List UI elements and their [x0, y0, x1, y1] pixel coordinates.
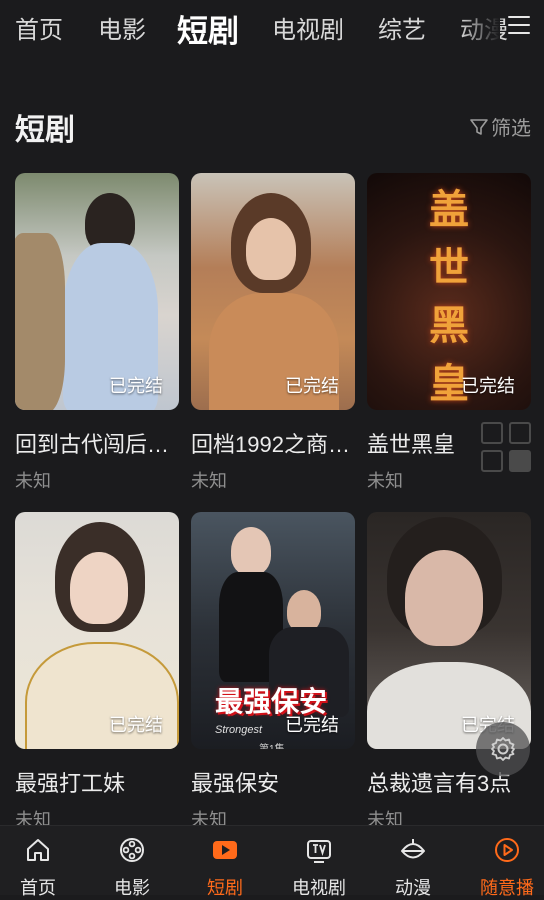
poster-figure — [70, 552, 128, 624]
bottom-nav-label: 短剧 — [207, 878, 243, 898]
drama-card[interactable]: 已完结 最强打工妹 未知 — [15, 512, 179, 832]
drama-card[interactable]: 已完结 回到古代闯后… 未知 — [15, 173, 179, 493]
drama-title: 回档1992之商… — [191, 432, 350, 457]
drama-subtitle: 未知 — [15, 471, 51, 491]
gear-icon — [491, 737, 515, 761]
bottom-nav-random-play[interactable]: 随意播 — [462, 826, 544, 898]
drama-subtitle: 未知 — [191, 471, 227, 491]
completed-badge: 已完结 — [285, 376, 339, 396]
home-icon — [27, 839, 49, 861]
completed-badge: 已完结 — [109, 376, 163, 396]
bottom-nav-movies[interactable]: 电影 — [87, 826, 177, 898]
bottom-nav-label: 动漫 — [395, 878, 431, 898]
drama-poster: 已完结 — [15, 173, 179, 410]
completed-badge: 已完结 — [461, 376, 515, 396]
poster-figure — [246, 218, 296, 280]
bottom-nav-home[interactable]: 首页 — [0, 826, 83, 898]
film-reel-icon — [120, 838, 144, 862]
top-tab-variety[interactable]: 综艺 — [378, 10, 426, 45]
poster-figure — [231, 527, 271, 575]
play-circle-icon — [495, 838, 519, 862]
play-rectangle-icon — [213, 841, 237, 859]
tab-overflow-fade — [460, 0, 500, 56]
top-tab-tv-series[interactable]: 电视剧 — [272, 10, 344, 45]
drama-card[interactable]: 最强保安 Strongest 第1集 已完结 最强保安 未知 — [191, 512, 355, 832]
settings-gear-button[interactable] — [476, 722, 530, 776]
bottom-nav-label: 电视剧 — [292, 878, 346, 898]
filter-button[interactable]: 筛选 — [469, 112, 531, 141]
drama-poster: 已完结 — [15, 512, 179, 749]
drama-poster: 已完结 — [367, 512, 531, 749]
drama-card[interactable]: 已完结 总裁遗言有3点 未知 — [367, 512, 531, 832]
completed-badge: 已完结 — [109, 715, 163, 735]
poster-figure — [405, 550, 483, 646]
drama-poster: 盖世黑皇 已完结 — [367, 173, 531, 410]
top-tab-short-drama[interactable]: 短剧 — [177, 6, 239, 51]
top-category-nav: 首页 电影 短剧 电视剧 综艺 动漫 — [0, 0, 544, 56]
completed-badge: 已完结 — [285, 715, 339, 735]
grid-layout-icon[interactable] — [481, 422, 535, 476]
bottom-nav-tv-series[interactable]: 电视剧 — [274, 826, 364, 898]
drama-title: 最强打工妹 — [15, 771, 126, 796]
funnel-icon — [470, 118, 488, 135]
top-tab-movies[interactable]: 电影 — [98, 10, 146, 45]
top-tab-home[interactable]: 首页 — [15, 10, 63, 45]
bottom-nav-label: 首页 — [20, 878, 56, 898]
section-title: 短剧 — [15, 114, 75, 147]
anime-icon — [401, 839, 425, 859]
drama-poster: 已完结 — [191, 173, 355, 410]
poster-subtitle-art: Strongest — [215, 724, 263, 736]
poster-episode-label: 第1集 — [259, 740, 285, 749]
bottom-nav-label: 随意播 — [480, 878, 534, 898]
drama-card[interactable]: 已完结 回档1992之商… 未知 — [191, 173, 355, 493]
drama-title: 最强保安 — [191, 771, 280, 796]
bottom-nav-short-drama[interactable]: 短剧 — [180, 826, 270, 898]
poster-figure — [15, 233, 65, 410]
bottom-nav-label: 电影 — [114, 878, 150, 898]
poster-figure — [287, 590, 321, 632]
drama-title: 回到古代闯后… — [15, 432, 170, 457]
bottom-nav-anime[interactable]: 动漫 — [368, 826, 458, 898]
bottom-nav: 首页 电影 短剧 电视剧 动漫 随意播 — [0, 825, 544, 898]
tv-icon — [307, 840, 331, 863]
menu-icon[interactable] — [508, 16, 530, 38]
drama-poster: 最强保安 Strongest 第1集 已完结 — [191, 512, 355, 749]
filter-label: 筛选 — [491, 118, 531, 140]
